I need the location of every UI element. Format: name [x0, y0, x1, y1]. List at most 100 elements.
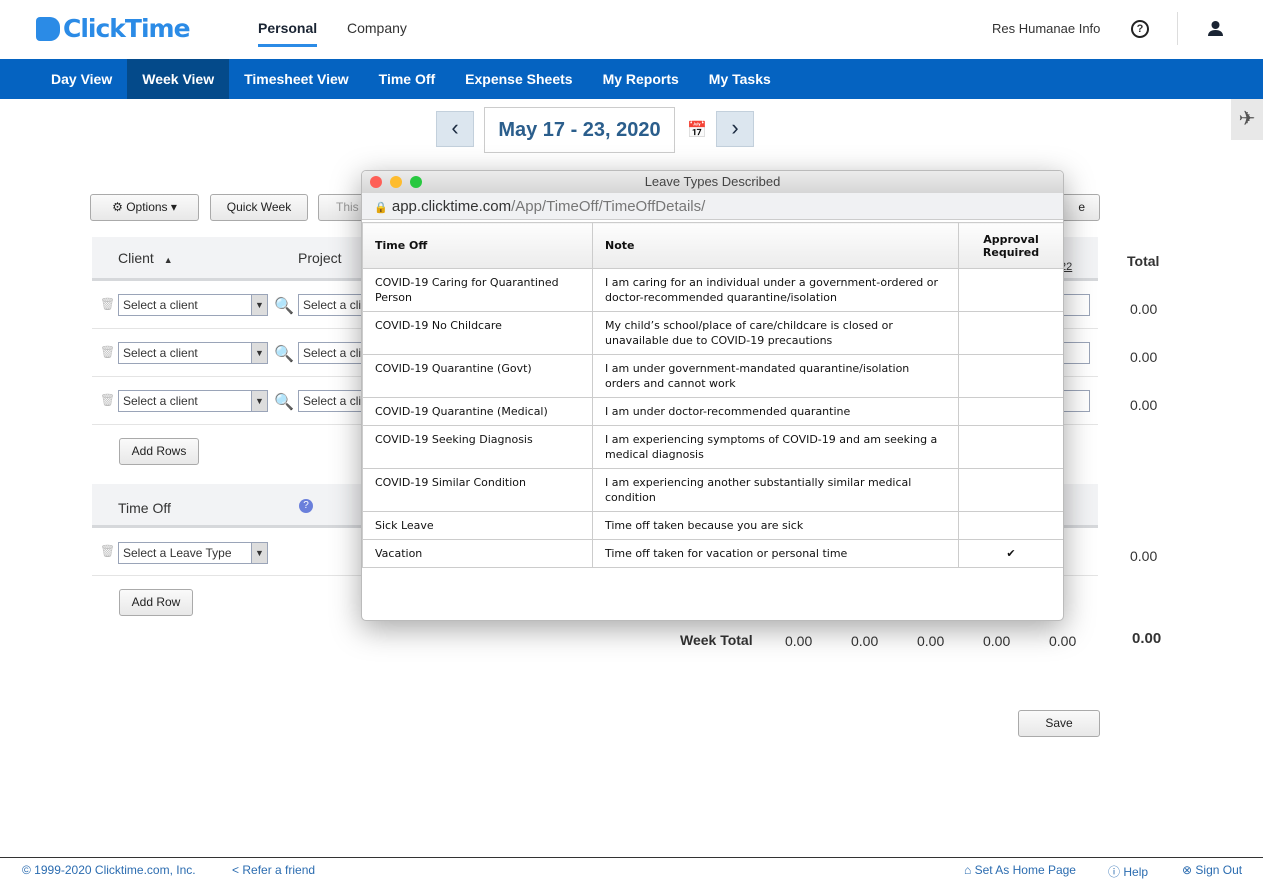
- nav-my-reports[interactable]: My Reports: [588, 59, 694, 99]
- leave-type-name: COVID-19 Quarantine (Govt): [362, 354, 593, 398]
- project-select[interactable]: Select a cli: [298, 342, 368, 364]
- add-row-button[interactable]: Add Row: [119, 589, 193, 616]
- client-select[interactable]: Select a client ▼: [118, 342, 268, 364]
- leave-type-name: COVID-19 Caring for Quarantined Person: [362, 268, 593, 312]
- day-total: 0.00: [785, 633, 813, 649]
- trash-icon[interactable]: 🗑: [100, 297, 115, 311]
- col-time-off: Time Off: [362, 222, 593, 269]
- airplane-icon[interactable]: ✈: [1231, 99, 1263, 140]
- maximize-icon[interactable]: [410, 176, 422, 188]
- leave-type-note: Time off taken because you are sick: [592, 511, 959, 540]
- lock-icon: 🔒: [374, 202, 388, 214]
- row-total: 0.00: [1130, 301, 1158, 317]
- header: ClickTime Personal Company Res Humanae I…: [0, 0, 1263, 59]
- user-icon[interactable]: [1207, 20, 1224, 37]
- help-icon[interactable]: ?: [1131, 20, 1149, 38]
- client-select[interactable]: Select a client ▼: [118, 390, 268, 412]
- time-off-label: Time Off: [118, 500, 171, 516]
- trash-icon[interactable]: 🗑: [100, 345, 115, 359]
- next-week-button[interactable]: ›: [716, 111, 754, 147]
- approval-check-icon: [958, 268, 1063, 312]
- grand-total: 0.00: [1132, 630, 1162, 647]
- row-total: 0.00: [1130, 349, 1158, 365]
- home-icon: ⌂: [964, 863, 972, 877]
- approval-check-icon: [958, 311, 1063, 355]
- approval-check-icon: ✔: [958, 539, 1063, 568]
- minimize-icon[interactable]: [390, 176, 402, 188]
- leave-type-name: COVID-19 Similar Condition: [362, 468, 593, 512]
- leave-type-row: COVID-19 Caring for Quarantined Person I …: [362, 268, 1063, 312]
- divider: [1177, 12, 1178, 45]
- leave-type-select[interactable]: Select a Leave Type ▼: [118, 542, 268, 564]
- refer-friend-link[interactable]: < Refer a friend: [232, 863, 315, 877]
- main-nav: Day View Week View Timesheet View Time O…: [0, 59, 1263, 99]
- help-circle-icon: ⓘ: [1108, 865, 1121, 879]
- leave-type-note: I am experiencing another substantially …: [592, 468, 959, 512]
- project-select[interactable]: Select a cli: [298, 390, 368, 412]
- nav-day-view[interactable]: Day View: [36, 59, 127, 99]
- leave-type-row: COVID-19 Quarantine (Medical) I am under …: [362, 397, 1063, 426]
- url-bar[interactable]: 🔒 app.clicktime.com/App/TimeOff/TimeOffD…: [362, 193, 1063, 220]
- calendar-icon[interactable]: 📅: [687, 120, 707, 140]
- search-icon[interactable]: 🔍: [274, 344, 294, 364]
- logo-icon: [36, 16, 60, 41]
- nav-timesheet-view[interactable]: Timesheet View: [229, 59, 364, 99]
- leave-type-row: Vacation Time off taken for vacation or p…: [362, 539, 1063, 568]
- leave-type-row: COVID-19 Seeking Diagnosis I am experienc…: [362, 425, 1063, 469]
- nav-expense-sheets[interactable]: Expense Sheets: [450, 59, 587, 99]
- chevron-down-icon: ▼: [251, 343, 267, 363]
- popup-titlebar[interactable]: Leave Types Described: [362, 171, 1063, 193]
- trash-icon[interactable]: 🗑: [100, 544, 115, 558]
- leave-type-note: My child’s school/place of care/childcar…: [592, 311, 959, 355]
- trash-icon[interactable]: 🗑: [100, 393, 115, 407]
- project-column-header: Project: [298, 250, 342, 266]
- leave-type-name: COVID-19 No Childcare: [362, 311, 593, 355]
- user-name[interactable]: Res Humanae Info: [992, 21, 1100, 36]
- search-icon[interactable]: 🔍: [274, 392, 294, 412]
- approval-check-icon: [958, 468, 1063, 512]
- nav-my-tasks[interactable]: My Tasks: [694, 59, 786, 99]
- set-home-link[interactable]: ⌂ Set As Home Page: [964, 863, 1076, 877]
- chevron-down-icon: ▼: [251, 543, 267, 563]
- help-link[interactable]: ⓘ Help: [1108, 863, 1148, 880]
- save-button[interactable]: Save: [1018, 710, 1100, 737]
- project-select[interactable]: Select a cli: [298, 294, 368, 316]
- total-column-header: Total: [1127, 253, 1160, 269]
- info-icon[interactable]: ?: [299, 499, 313, 513]
- day-total: 0.00: [917, 633, 945, 649]
- client-column-header[interactable]: Client ▲: [118, 250, 173, 266]
- brand-name: ClickTime: [63, 14, 191, 43]
- sign-out-icon: ⊗: [1182, 863, 1193, 877]
- prev-week-button[interactable]: ‹: [436, 111, 474, 147]
- time-off-total: 0.00: [1130, 548, 1158, 564]
- client-select[interactable]: Select a client ▼: [118, 294, 268, 316]
- week-total-label: Week Total: [680, 632, 753, 648]
- options-button[interactable]: ⚙ Options ▾: [90, 194, 199, 221]
- leave-type-name: Sick Leave: [362, 511, 593, 540]
- nav-time-off[interactable]: Time Off: [364, 59, 451, 99]
- clicktime-logo[interactable]: ClickTime: [36, 14, 191, 43]
- gear-icon: ⚙: [112, 200, 123, 214]
- day-total: 0.00: [851, 633, 879, 649]
- nav-week-view[interactable]: Week View: [127, 59, 230, 99]
- tab-personal[interactable]: Personal: [258, 20, 318, 47]
- approval-check-icon: [958, 354, 1063, 398]
- add-rows-button[interactable]: Add Rows: [119, 438, 199, 465]
- col-approval: Approval Required: [958, 222, 1063, 269]
- day-total: 0.00: [983, 633, 1011, 649]
- date-range: May 17 - 23, 2020: [484, 107, 675, 153]
- sign-out-link[interactable]: ⊗ Sign Out: [1182, 863, 1242, 877]
- leave-type-note: I am under doctor-recommended quarantine: [592, 397, 959, 426]
- tab-company[interactable]: Company: [347, 20, 407, 36]
- popup-title: Leave Types Described: [644, 174, 781, 189]
- quick-week-button[interactable]: Quick Week: [210, 194, 308, 221]
- day-total: 0.00: [1049, 633, 1077, 649]
- footer-divider: [0, 857, 1263, 858]
- leave-type-row: Sick Leave Time off taken because you are…: [362, 511, 1063, 540]
- leave-type-note: I am caring for an individual under a go…: [592, 268, 959, 312]
- col-note: Note: [592, 222, 959, 269]
- search-icon[interactable]: 🔍: [274, 296, 294, 316]
- leave-type-row: COVID-19 Similar Condition I am experienc…: [362, 468, 1063, 512]
- close-icon[interactable]: [370, 176, 382, 188]
- approval-check-icon: [958, 397, 1063, 426]
